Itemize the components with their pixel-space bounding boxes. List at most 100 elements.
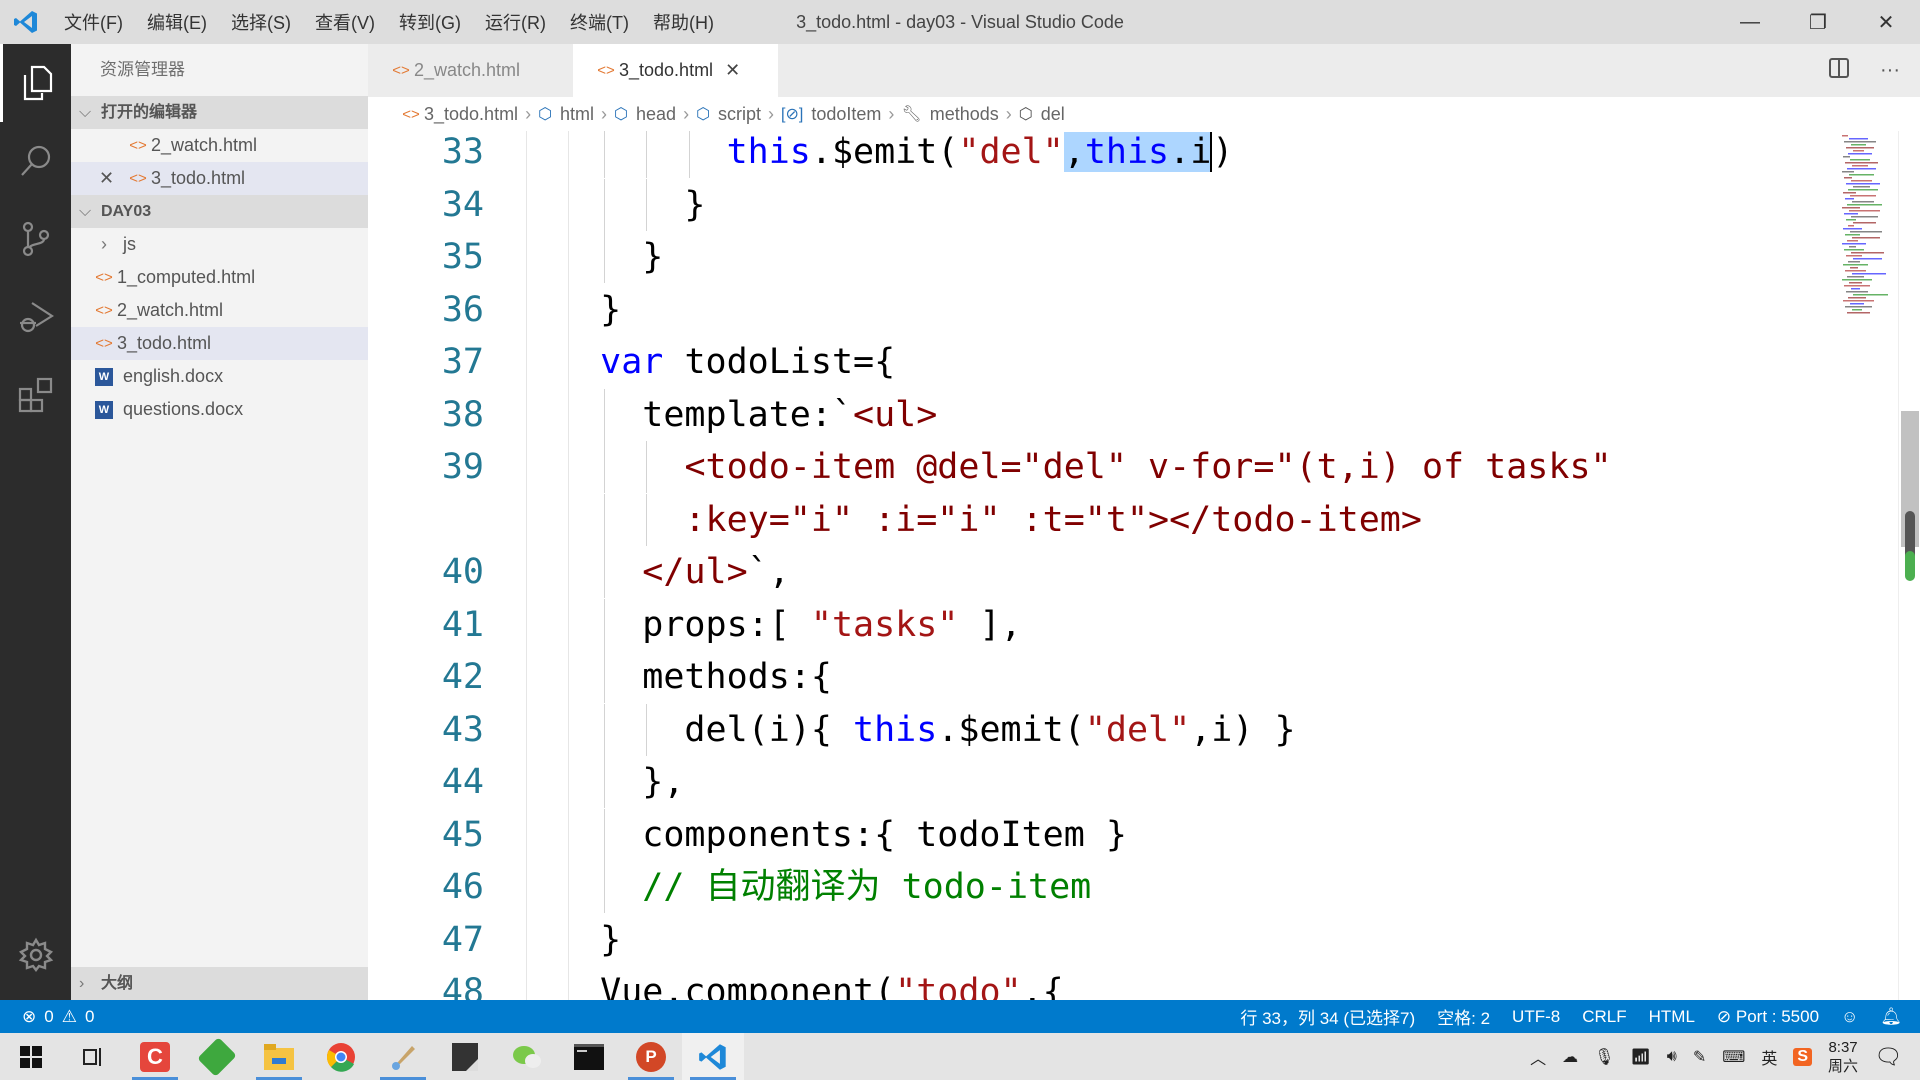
line-number: 42 — [441, 657, 484, 697]
clock[interactable]: 8:37 周六 — [1828, 1038, 1858, 1076]
task-view-button[interactable] — [62, 1033, 124, 1080]
more-actions-button[interactable]: ··· — [1880, 59, 1900, 82]
taskbar-green-app[interactable] — [186, 1033, 248, 1080]
wifi-icon[interactable]: 📶︎ — [1630, 1047, 1650, 1067]
notification-bell-icon[interactable]: 🔔︎ — [1880, 1007, 1902, 1027]
code-line[interactable]: 48 Vue.component("todo",{ — [368, 966, 1838, 1000]
show-hidden-icons-button[interactable]: ︿ — [1530, 1045, 1546, 1069]
code-line[interactable]: 43 del(i){ this.$emit("del",i) } — [368, 703, 1838, 756]
code-editor[interactable]: 33 this.$emit("del",this.i) 34 } 35 } 36 } 3… — [368, 131, 1838, 1000]
menu-selection[interactable]: 选择(S) — [219, 9, 303, 35]
open-editors-header[interactable]: ⌵ 打开的编辑器 — [71, 96, 368, 129]
code-line[interactable]: 40 </ul>`, — [368, 546, 1838, 598]
html-file-icon: <> — [95, 302, 113, 319]
problems-indicator[interactable]: ⊗ 0 ⚠ 0 — [0, 1007, 94, 1027]
minimap-line — [1843, 264, 1868, 266]
taskbar-wechat[interactable] — [496, 1033, 558, 1080]
breadcrumb-del[interactable]: del — [1041, 104, 1065, 125]
code-line[interactable]: 39 <todo-item @del="del" v-for="(t,i) of… — [368, 441, 1838, 493]
taskbar-vscode[interactable] — [682, 1033, 744, 1080]
minimize-button[interactable]: — — [1716, 0, 1784, 44]
code-line[interactable]: :key="i" :i="i" :t="t"></todo-item> — [368, 493, 1838, 546]
breadcrumb-script[interactable]: script — [718, 104, 761, 125]
taskbar-powerpoint[interactable]: P — [620, 1033, 682, 1080]
menu-view[interactable]: 查看(V) — [303, 9, 387, 35]
pen-icon[interactable]: ✎ — [1693, 1047, 1706, 1067]
vertical-scrollbar[interactable] — [1898, 131, 1920, 1000]
code-line[interactable]: 45 components:{ todoItem } — [368, 808, 1838, 861]
split-editor-button[interactable] — [1828, 57, 1850, 85]
taskbar-terminal[interactable] — [558, 1033, 620, 1080]
encoding[interactable]: UTF-8 — [1512, 1007, 1560, 1027]
start-button[interactable] — [0, 1033, 62, 1080]
menu-edit[interactable]: 编辑(E) — [135, 9, 219, 35]
tree-item-file[interactable]: <> 1_computed.html — [71, 261, 368, 294]
ime-indicator[interactable]: 英 — [1761, 1045, 1777, 1069]
breadcrumb-html[interactable]: html — [560, 104, 594, 125]
taskbar-notes[interactable] — [434, 1033, 496, 1080]
menu-help[interactable]: 帮助(H) — [641, 9, 726, 35]
activity-explorer[interactable] — [0, 44, 71, 122]
breadcrumb-file[interactable]: 3_todo.html — [424, 104, 518, 125]
activity-run-debug[interactable] — [0, 278, 71, 356]
outline-header[interactable]: › 大纲 — [71, 967, 368, 1000]
indentation[interactable]: 空格: 2 — [1437, 1004, 1490, 1029]
tree-item-file[interactable]: <> 3_todo.html — [71, 327, 368, 360]
tab-2-watch[interactable]: <> 2_watch.html — [368, 44, 573, 97]
task-view-icon — [83, 1047, 101, 1066]
code-line[interactable]: 36 } — [368, 284, 1838, 336]
language-mode[interactable]: HTML — [1649, 1007, 1695, 1027]
tree-item-file[interactable]: W questions.docx — [71, 393, 368, 426]
tab-3-todo[interactable]: <> 3_todo.html ✕ — [573, 44, 778, 97]
sogou-input-icon[interactable]: S — [1793, 1047, 1813, 1066]
onedrive-icon[interactable]: ☁ — [1562, 1047, 1578, 1067]
close-tab-button[interactable]: ✕ — [725, 60, 740, 81]
code-text: props:[ "tasks" ], — [558, 604, 1022, 645]
menu-run[interactable]: 运行(R) — [473, 9, 558, 35]
menu-terminal[interactable]: 终端(T) — [558, 9, 641, 35]
tree-item-file[interactable]: <> 2_watch.html — [71, 294, 368, 327]
breadcrumb-head[interactable]: head — [636, 104, 676, 125]
code-line[interactable]: 41 props:[ "tasks" ], — [368, 598, 1838, 651]
menu-go[interactable]: 转到(G) — [387, 9, 473, 35]
close-window-button[interactable]: ✕ — [1852, 0, 1920, 44]
taskbar-chrome[interactable] — [310, 1033, 372, 1080]
activity-extensions[interactable] — [0, 356, 71, 434]
taskbar-paint-tool[interactable] — [372, 1033, 434, 1080]
activity-manage[interactable] — [0, 916, 71, 994]
activity-search[interactable] — [0, 122, 71, 200]
microphone-icon[interactable]: 🎙︎ — [1594, 1047, 1614, 1067]
taskbar-file-explorer[interactable] — [248, 1033, 310, 1080]
breadcrumb-todoitem[interactable]: todoItem — [811, 104, 881, 125]
code-line[interactable]: 33 this.$emit("del",this.i) — [368, 131, 1838, 178]
open-editor-item[interactable]: <> 2_watch.html — [71, 129, 368, 162]
action-center-icon[interactable]: 🗨︎ — [1874, 1044, 1902, 1070]
indent-guide — [604, 703, 606, 756]
code-line[interactable]: 47 } — [368, 914, 1838, 966]
feedback-icon[interactable]: ☺ — [1841, 1007, 1858, 1027]
touch-keyboard-icon[interactable]: ⌨ — [1722, 1047, 1745, 1067]
open-editor-item[interactable]: ✕ <> 3_todo.html — [71, 162, 368, 195]
code-line[interactable]: 37 var todoList={ — [368, 336, 1838, 388]
code-line[interactable]: 35 } — [368, 231, 1838, 283]
end-of-line[interactable]: CRLF — [1582, 1007, 1626, 1027]
code-text: var todoList={ — [600, 342, 896, 382]
volume-icon[interactable]: 🔊︎ — [1667, 1048, 1677, 1066]
tree-item-folder[interactable]: › js — [71, 228, 368, 261]
code-line[interactable]: 34 } — [368, 178, 1838, 231]
live-server-status[interactable]: ⊘ Port : 5500 — [1717, 1007, 1819, 1027]
code-line[interactable]: 42 methods:{ — [368, 651, 1838, 703]
code-line[interactable]: 38 template:`<ul> — [368, 388, 1838, 441]
code-line[interactable]: 46 // 自动翻译为 todo-item — [368, 861, 1838, 913]
close-icon[interactable]: ✕ — [99, 168, 125, 189]
code-line[interactable]: 44 }, — [368, 756, 1838, 808]
minimap[interactable] — [1838, 131, 1898, 1000]
menu-file[interactable]: 文件(F) — [52, 9, 135, 35]
activity-source-control[interactable] — [0, 200, 71, 278]
restore-button[interactable]: ❐ — [1784, 0, 1852, 44]
taskbar-camtasia[interactable]: C — [124, 1033, 186, 1080]
folder-header[interactable]: ⌵ DAY03 — [71, 195, 368, 228]
tree-item-file[interactable]: W english.docx — [71, 360, 368, 393]
breadcrumb-methods[interactable]: methods — [930, 104, 999, 125]
cursor-position[interactable]: 行 33，列 34 (已选择7) — [1240, 1004, 1415, 1029]
